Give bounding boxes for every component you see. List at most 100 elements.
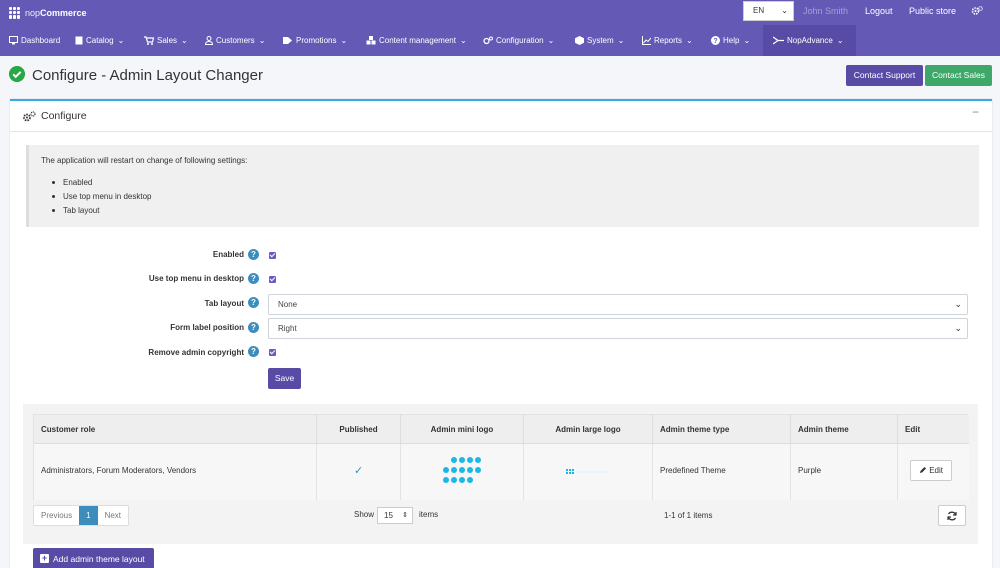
customer-role-cell: Administrators, Forum Moderators, Vendor… [34,444,317,500]
nav-system[interactable]: System ⌄ [575,25,624,56]
chevron-down-icon: ⌄ [340,36,348,45]
pagination: Previous 1 Next [33,505,130,526]
items-label: items [419,510,439,519]
brand-name-light: nop [25,7,41,18]
tab-layout-label: Tab layout [204,299,244,308]
nav-reports[interactable]: Reports ⌄ [642,25,693,56]
language-value: EN [753,6,765,15]
form-label-position-label: Form label position [170,323,244,332]
chevron-down-icon: ⌄ [686,36,693,45]
page-size-select[interactable]: 15 ⇕ [377,507,413,524]
public-store-link[interactable]: Public store [909,6,956,16]
mini-logo-cell [401,444,524,500]
previous-page-button[interactable]: Previous [34,506,79,525]
help-icon[interactable]: ? [248,273,259,284]
logout-link[interactable]: Logout [865,6,893,16]
enabled-checkbox[interactable] [269,252,276,259]
help-icon[interactable]: ? [248,249,259,260]
form-label-position-value: Right [278,324,297,333]
cube-icon [575,36,584,45]
collapse-button[interactable]: − [972,105,979,119]
nav-promotions[interactable]: Promotions ⌄ [283,25,347,56]
contact-sales-button[interactable]: Contact Sales [925,65,992,86]
plus-square-icon: + [40,553,49,563]
page-1-button[interactable]: 1 [79,506,98,525]
tab-layout-select[interactable]: None ⌄ [268,294,968,315]
chart-icon [642,36,651,45]
nav-configuration[interactable]: Configuration ⌄ [483,25,554,56]
nav-help[interactable]: ? Help ⌄ [711,25,750,56]
refresh-button[interactable] [938,505,966,526]
remove-copyright-label: Remove admin copyright [148,348,244,357]
refresh-icon [947,511,957,521]
column-header[interactable]: Admin theme [791,415,898,444]
page-title: Configure - Admin Layout Changer [32,67,263,84]
nav-sales[interactable]: Sales ⌄ [144,25,188,56]
edit-button[interactable]: Edit [910,460,952,481]
help-icon[interactable]: ? [248,322,259,333]
column-header[interactable]: Published [317,415,401,444]
save-button[interactable]: Save [268,368,301,389]
theme-layouts-table: Customer role Published Admin mini logo … [33,414,969,500]
top-menu-checkbox[interactable] [269,276,276,283]
theme-cell: Purple [791,444,898,500]
nav-label: System [587,36,614,45]
gears-icon [483,36,493,45]
column-header[interactable]: Admin theme type [653,415,791,444]
column-header[interactable]: Edit [898,415,969,444]
chevron-updown-icon: ⇕ [402,512,408,519]
chevron-down-icon: ⌄ [117,36,125,45]
remove-copyright-checkbox[interactable] [269,349,276,356]
restart-notice-text: The application will restart on change o… [41,156,248,165]
gear-icon[interactable] [971,5,983,17]
chevron-down-icon: ⌄ [781,6,788,15]
column-header[interactable]: Customer role [34,415,317,444]
chevron-down-icon: ⌄ [459,36,467,45]
nav-label: Reports [654,36,683,45]
help-icon[interactable]: ? [248,346,259,357]
column-header[interactable]: Admin mini logo [401,415,524,444]
book-icon [75,36,83,45]
nav-nopadvance[interactable]: NopAdvance ⌄ [763,25,856,56]
nav-catalog[interactable]: Catalog ⌄ [75,25,124,56]
language-select[interactable]: EN ⌄ [743,1,794,21]
contact-support-button[interactable]: Contact Support [846,65,923,86]
main-nav: Dashboard Catalog ⌄ Sales ⌄ Customers ⌄ Pro… [0,25,1000,56]
nav-label: Content management [379,36,456,45]
help-icon[interactable]: ? [248,297,259,308]
restart-settings-list: Enabled Use top menu in desktop Tab layo… [50,178,152,220]
nav-label: Sales [157,36,178,45]
nav-label: Dashboard [21,36,61,45]
add-admin-theme-layout-button[interactable]: + Add admin theme layout [33,548,154,568]
next-page-button[interactable]: Next [98,506,128,525]
chevron-down-icon: ⌄ [954,323,962,333]
nav-label: Promotions [296,36,337,45]
table-row: Administrators, Forum Moderators, Vendor… [34,444,969,500]
card-header[interactable]: Configure − [10,101,992,132]
current-user: John Smith [803,6,849,16]
items-count: 1-1 of 1 items [664,511,713,520]
nav-dashboard[interactable]: Dashboard [9,25,60,56]
form-label-position-select[interactable]: Right ⌄ [268,318,968,339]
monitor-icon [9,36,18,45]
nav-content-management[interactable]: Content management ⌄ [366,25,467,56]
card-title: Configure [41,110,87,122]
add-button-label: Add admin theme layout [53,554,145,564]
theme-layouts-panel: Customer role Published Admin mini logo … [23,404,978,544]
edit-label: Edit [929,466,944,475]
theme-type-cell: Predefined Theme [653,444,791,500]
admin-mini-logo-image [443,457,483,485]
brand-name-bold: Commerce [40,7,87,18]
brand-logo[interactable]: nop Commerce [9,5,87,20]
check-circle-icon [9,66,25,82]
published-check-icon: ✓ [354,465,364,477]
nav-label: Help [723,36,740,45]
cart-icon [144,36,154,45]
chevron-down-icon: ⌄ [617,36,625,45]
nav-label: Catalog [86,36,114,45]
column-header[interactable]: Admin large logo [524,415,653,444]
gears-icon [23,111,36,122]
chevron-down-icon: ⌄ [743,36,751,45]
nav-customers[interactable]: Customers ⌄ [205,25,265,56]
svg-text:?: ? [713,38,717,45]
